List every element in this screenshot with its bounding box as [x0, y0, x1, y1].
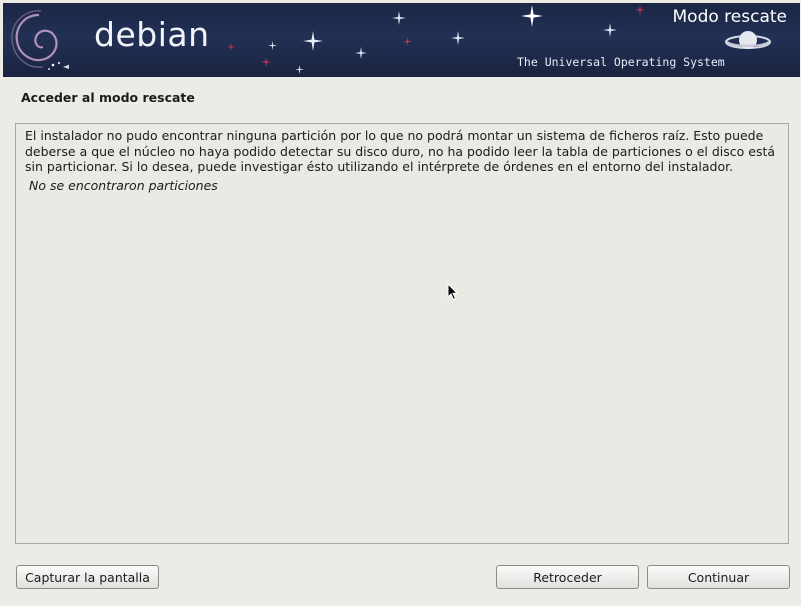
content-panel: El instalador no pudo encontrar ninguna … [15, 123, 789, 544]
error-message: El instalador no pudo encontrar ninguna … [25, 128, 776, 174]
star-icon [521, 5, 543, 27]
star-icon [392, 11, 406, 25]
mouse-cursor-icon [447, 283, 459, 301]
star-icon [268, 41, 277, 50]
debian-swirl-logo-icon [11, 10, 69, 70]
no-partitions-note: No se encontraron particiones [29, 178, 218, 193]
star-icon [261, 57, 271, 67]
star-icon [227, 43, 235, 51]
installer-window: debian Modo rescate The Universal Operat… [0, 0, 801, 606]
banner-tagline: The Universal Operating System [517, 55, 725, 69]
continue-button[interactable]: Continuar [647, 565, 790, 589]
star-icon [403, 37, 412, 46]
star-icon [295, 65, 304, 74]
page-title: Acceder al modo rescate [21, 90, 195, 105]
star-icon [603, 23, 617, 37]
star-icon [635, 5, 645, 15]
star-icon [355, 47, 367, 59]
star-icon [451, 31, 465, 45]
banner-title: Modo rescate [672, 7, 787, 27]
debian-logo-text: debian [94, 15, 210, 54]
planet-icon [725, 31, 771, 49]
debian-banner: debian Modo rescate The Universal Operat… [3, 3, 800, 77]
star-icon [303, 31, 323, 51]
back-button[interactable]: Retroceder [496, 565, 639, 589]
screenshot-button[interactable]: Capturar la pantalla [16, 565, 159, 589]
